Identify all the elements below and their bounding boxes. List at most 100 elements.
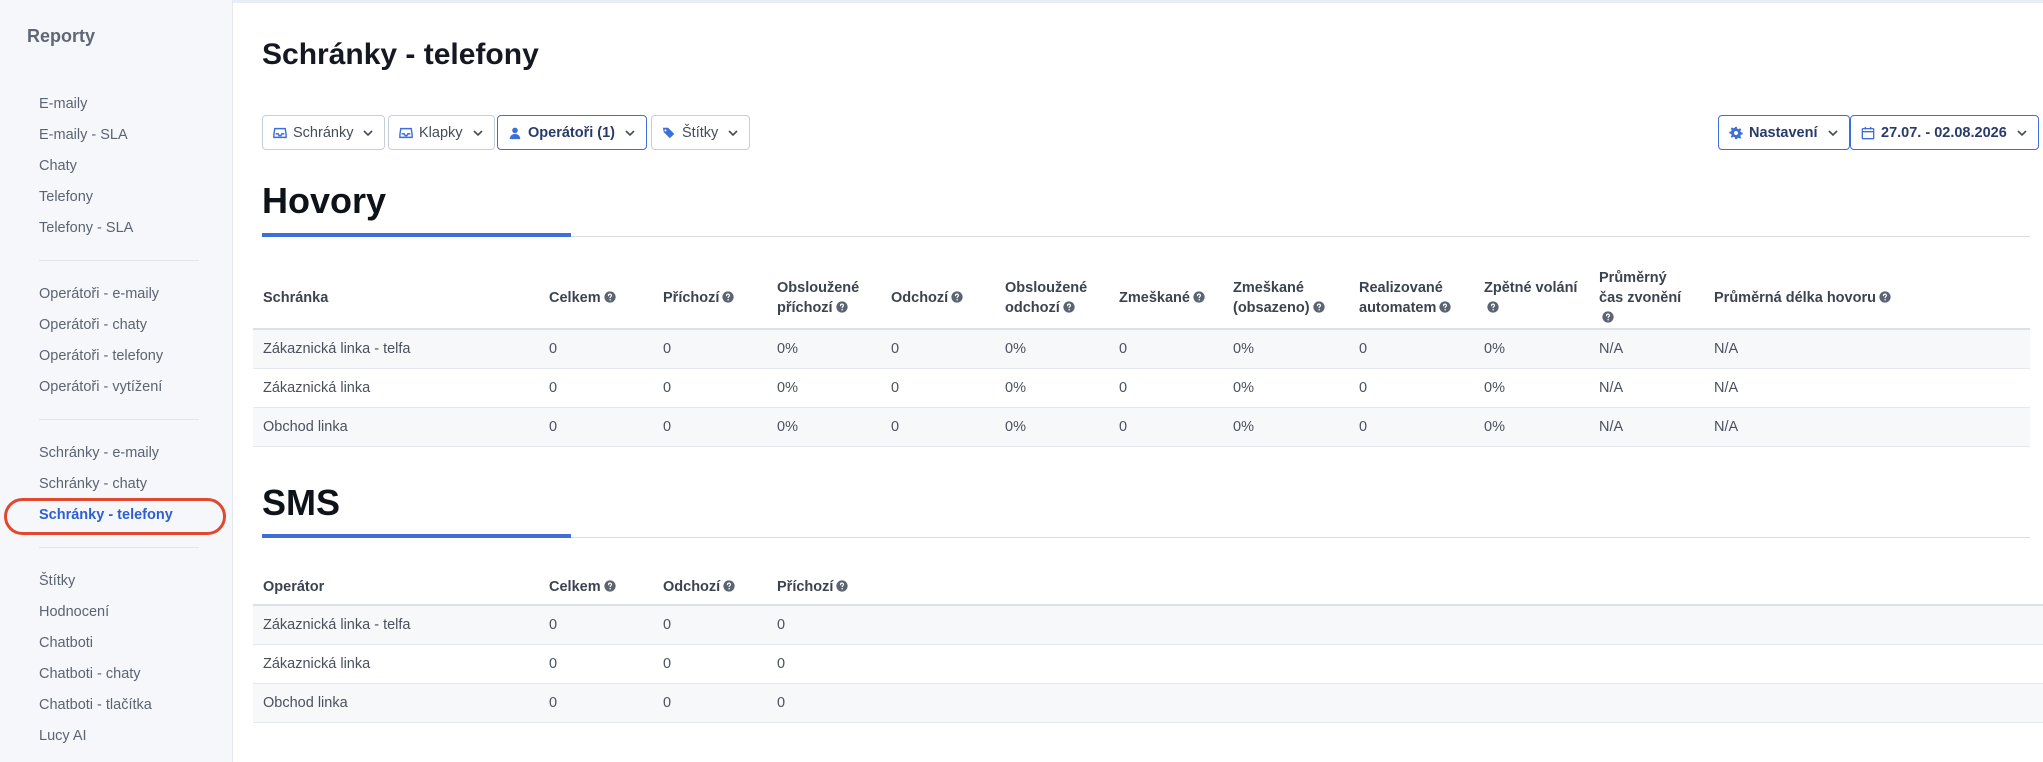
- question-circle-icon[interactable]: [723, 578, 735, 592]
- table-cell: 0: [653, 329, 767, 369]
- table-cell: 0%: [767, 407, 881, 447]
- question-circle-icon[interactable]: [722, 289, 735, 303]
- column-header-obslouzene-prichozi: Obsloužené příchozí: [767, 268, 881, 330]
- sidebar-item-emails-sla[interactable]: E-maily - SLA: [39, 127, 128, 143]
- settings-label: Nastavení: [1749, 124, 1818, 141]
- sidebar-item-phones-sla[interactable]: Telefony - SLA: [39, 220, 133, 236]
- question-circle-icon[interactable]: [1439, 299, 1451, 313]
- question-circle-icon[interactable]: [951, 289, 963, 303]
- question-circle-icon[interactable]: [1879, 289, 1891, 303]
- calls-table-body: Zákaznická linka - telfa 0 0 0% 0 0% 0 0% 0 0% N/A…: [253, 329, 2030, 447]
- column-header-obslouzene-odchozi: Obsloužené odchozí: [995, 268, 1109, 330]
- table-cell: N/A: [1704, 407, 2030, 447]
- sidebar-item-operators-emails[interactable]: Operátoři - e-maily: [39, 286, 159, 302]
- column-header-operator: Operátor: [253, 569, 539, 606]
- inbox-icon: [273, 126, 287, 140]
- table-row: Zákaznická linka - telfa 0 0 0: [253, 605, 2043, 645]
- table-cell: 0%: [1223, 407, 1349, 447]
- question-circle-icon[interactable]: [603, 578, 616, 592]
- sidebar-item-chatbots-chats[interactable]: Chatboti - chaty: [39, 666, 141, 682]
- tags-filter-button[interactable]: Štítky: [651, 115, 751, 150]
- table-cell: Obchod linka: [253, 683, 539, 723]
- tags-filter-label: Štítky: [682, 124, 719, 141]
- top-border: [0, 0, 2043, 3]
- active-item-highlight-ring: [4, 498, 226, 535]
- table-cell: 0: [1109, 407, 1223, 447]
- table-cell: Zákaznická linka: [253, 368, 539, 408]
- question-circle-icon[interactable]: [835, 299, 848, 313]
- table-cell: 0: [767, 644, 2043, 684]
- question-circle-icon[interactable]: [1312, 299, 1325, 313]
- column-header-label: Zpětné volání: [1484, 280, 1578, 296]
- table-cell: N/A: [1704, 329, 2030, 369]
- column-header-label: Operátor: [263, 578, 325, 595]
- sidebar-divider: [39, 547, 199, 548]
- sidebar-item-mailboxes-chats[interactable]: Schránky - chaty: [39, 476, 147, 492]
- table-cell: N/A: [1589, 329, 1704, 369]
- question-circle-icon[interactable]: [603, 289, 616, 303]
- question-circle-icon[interactable]: [1193, 289, 1205, 303]
- column-header-label: Příchozí: [777, 578, 834, 595]
- table-row: Zákaznická linka 0 0 0: [253, 644, 2043, 684]
- sidebar-item-phones[interactable]: Telefony: [39, 189, 93, 205]
- chevron-down-icon: [727, 127, 739, 139]
- table-cell: 0: [881, 407, 995, 447]
- settings-button[interactable]: Nastavení: [1718, 115, 1850, 150]
- question-circle-icon[interactable]: [1487, 299, 1499, 313]
- column-header-label: Průměrný čas zvonění: [1599, 270, 1682, 306]
- sidebar-title: Reporty: [27, 26, 96, 46]
- question-circle-icon[interactable]: [1602, 309, 1614, 323]
- sidebar-item-lucy-ai[interactable]: Lucy AI: [39, 728, 87, 744]
- table-row: Obchod linka 0 0 0: [253, 683, 2043, 723]
- table-cell: 0: [1349, 368, 1474, 408]
- date-range-button[interactable]: 27.07. - 02.08.2026: [1850, 115, 2039, 150]
- column-header-odchozi: Odchozí: [881, 268, 995, 330]
- operators-filter-button[interactable]: Operátoři (1): [497, 115, 648, 150]
- sidebar-item-operators-load[interactable]: Operátoři - vytížení: [39, 379, 162, 395]
- table-cell: 0: [881, 329, 995, 369]
- gear-icon: [1729, 126, 1743, 140]
- sidebar-item-chats[interactable]: Chaty: [39, 158, 77, 174]
- calls-table: Schránka Celkem Příchozí Obsloužené příchoz…: [253, 268, 2030, 447]
- calendar-icon: [1861, 126, 1875, 140]
- sidebar-item-mailboxes-emails[interactable]: Schránky - e-maily: [39, 445, 159, 461]
- sidebar-item-operators-chats[interactable]: Operátoři - chaty: [39, 317, 147, 333]
- mailboxes-filter-button[interactable]: Schránky: [262, 115, 386, 150]
- chevron-down-icon: [472, 127, 484, 139]
- column-header-prumerny-cas-zvoneni: Průměrný čas zvonění: [1589, 268, 1704, 330]
- table-cell: 0: [653, 644, 767, 684]
- column-header-label: Zmeškané (obsazeno): [1233, 280, 1310, 316]
- column-header-prumerna-delka-hovoru: Průměrná délka hovoru: [1704, 268, 2030, 330]
- sidebar-item-tags[interactable]: Štítky: [39, 573, 75, 589]
- table-cell: N/A: [1589, 407, 1704, 447]
- column-header-celkem: Celkem: [539, 268, 653, 330]
- column-header-prichozi: Příchozí: [767, 569, 2043, 606]
- extensions-filter-button[interactable]: Klapky: [388, 115, 495, 150]
- table-cell: 0%: [1474, 368, 1589, 408]
- chevron-down-icon: [624, 127, 636, 139]
- table-cell: N/A: [1704, 368, 2030, 408]
- sms-table: Operátor Celkem Odchozí Příchozí Zákaznická…: [253, 569, 2043, 723]
- user-icon: [508, 126, 522, 140]
- chevron-down-icon: [362, 127, 374, 139]
- table-cell: 0: [653, 683, 767, 723]
- sidebar-item-chatbots[interactable]: Chatboti: [39, 635, 93, 651]
- chevron-down-icon: [2016, 127, 2028, 139]
- sidebar-item-ratings[interactable]: Hodnocení: [39, 604, 109, 620]
- table-cell: 0%: [995, 407, 1109, 447]
- question-circle-icon[interactable]: [836, 578, 849, 592]
- sidebar-item-emails[interactable]: E-maily: [39, 96, 87, 112]
- sidebar-item-operators-phones[interactable]: Operátoři - telefony: [39, 348, 163, 364]
- question-circle-icon[interactable]: [1063, 299, 1075, 313]
- table-cell: N/A: [1589, 368, 1704, 408]
- sidebar-item-chatbots-buttons[interactable]: Chatboti - tlačítka: [39, 697, 152, 713]
- table-cell: 0%: [767, 368, 881, 408]
- table-cell: 0%: [767, 329, 881, 369]
- operators-filter-label: Operátoři (1): [528, 124, 616, 141]
- calls-section-accent: [262, 233, 571, 237]
- table-cell: 0: [1349, 329, 1474, 369]
- sidebar-divider: [39, 260, 199, 261]
- table-row: Zákaznická linka - telfa 0 0 0% 0 0% 0 0% 0 0% N/A…: [253, 329, 2030, 369]
- column-header-label: Obsloužené odchozí: [1005, 280, 1088, 316]
- date-range-label: 27.07. - 02.08.2026: [1881, 124, 2007, 141]
